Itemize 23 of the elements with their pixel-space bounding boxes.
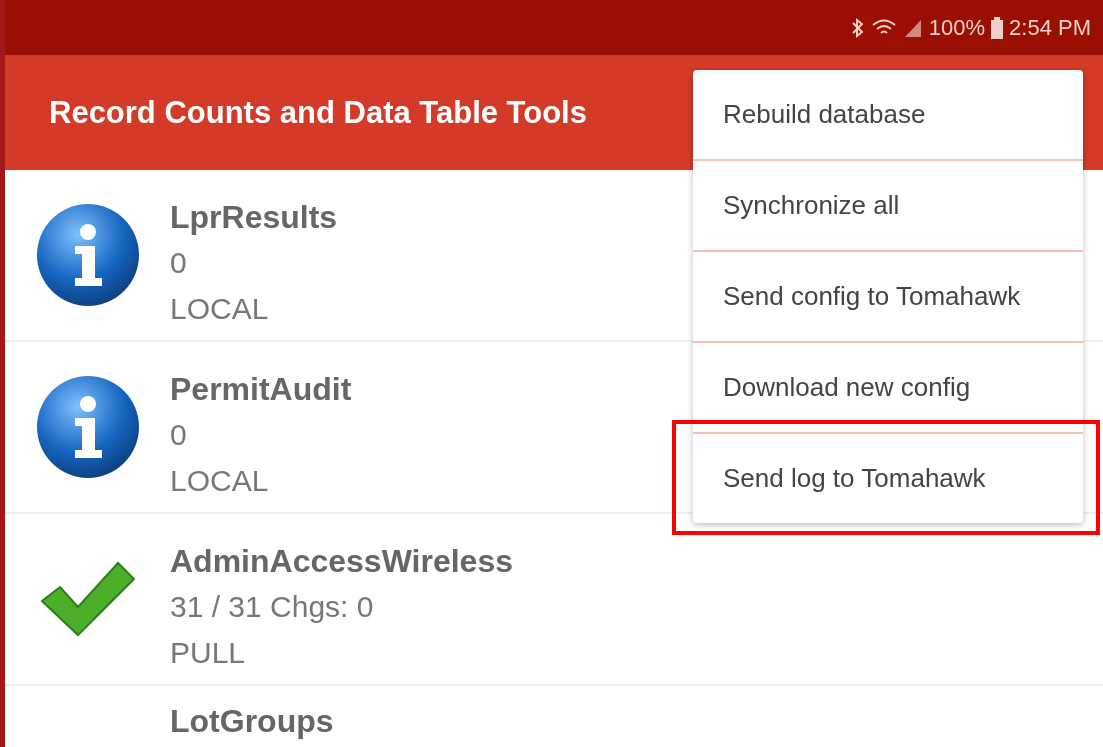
status-time: 2:54 PM <box>1009 14 1091 41</box>
table-name: LotGroups <box>170 702 334 741</box>
toolbar-title: Record Counts and Data Table Tools <box>49 94 587 131</box>
bluetooth-icon <box>850 17 865 38</box>
info-icon <box>34 202 141 308</box>
table-name: LprResults <box>170 198 338 237</box>
info-icon <box>34 374 141 480</box>
battery-icon <box>991 16 1004 39</box>
menu-item[interactable]: Synchronize all <box>693 159 1083 250</box>
battery-percent: 100% <box>928 14 986 41</box>
table-name: AdminAccessWireless <box>170 542 513 581</box>
menu-item[interactable]: Send config to Tomahawk <box>693 250 1083 341</box>
sync-mode: PULL <box>170 635 247 671</box>
record-count: 0 <box>170 245 188 281</box>
menu-item[interactable]: Send log to Tomahawk <box>693 432 1083 523</box>
record-count: 0 <box>170 417 188 453</box>
list-item[interactable]: LotGroups <box>5 686 1103 747</box>
table-name: PermitAudit <box>170 370 352 409</box>
menu-item[interactable]: Download new config <box>693 341 1083 432</box>
sync-mode: LOCAL <box>170 291 270 327</box>
menu-item[interactable]: Rebuild database <box>693 70 1083 159</box>
record-count: 31 / 31 Chgs: 0 <box>170 589 375 625</box>
sync-mode: LOCAL <box>170 463 270 499</box>
